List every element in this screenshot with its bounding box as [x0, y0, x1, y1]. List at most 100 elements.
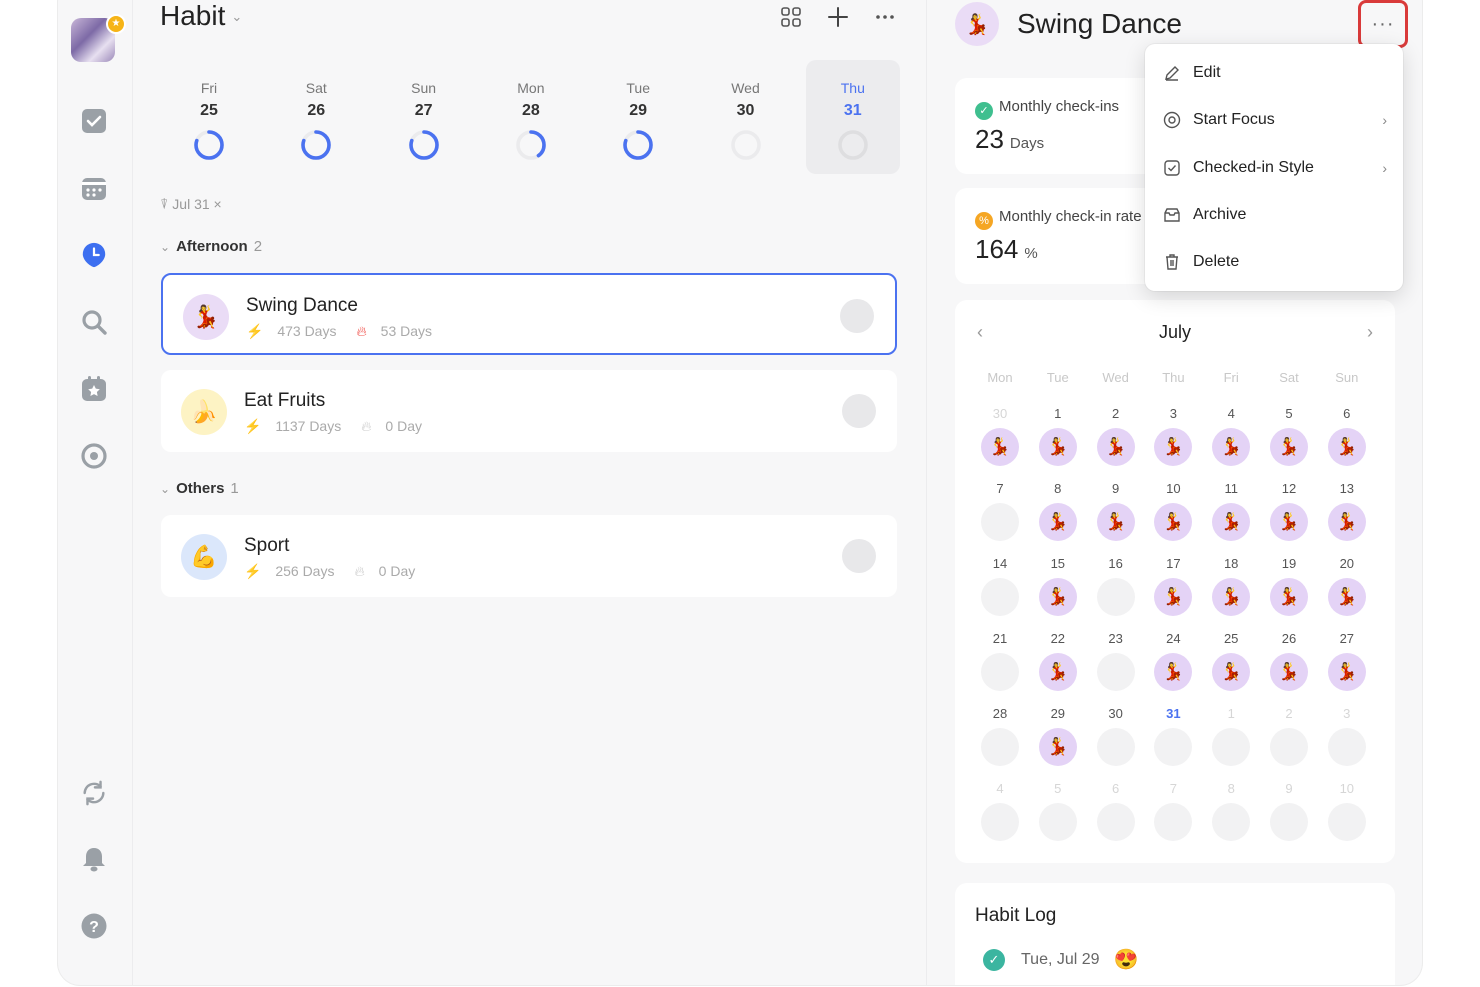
calendar-day[interactable]: 20 💃 [1319, 556, 1375, 626]
habit-clock-icon[interactable] [80, 241, 108, 269]
more-button[interactable]: ··· [1358, 0, 1408, 48]
chevron-right-icon: › [1382, 112, 1387, 129]
calendar-day[interactable]: 5 💃 [1261, 406, 1317, 476]
day-number: 26 [307, 102, 326, 119]
day-number: 29 [629, 102, 648, 119]
calendar-day[interactable]: 4 [972, 781, 1028, 851]
calendar-icon[interactable] [80, 174, 108, 202]
menu-item-delete[interactable]: Delete [1145, 242, 1403, 282]
day-tue[interactable]: Tue 29 [591, 60, 685, 174]
help-icon[interactable]: ? [80, 912, 108, 940]
calendar-day[interactable]: 3 [1319, 706, 1375, 776]
calendar-day[interactable]: 19 💃 [1261, 556, 1317, 626]
group-others[interactable]: ⌄ Others 1 [160, 480, 239, 497]
calendar-day-number: 30 [1108, 706, 1123, 721]
calendar-day[interactable]: 7 [972, 481, 1028, 551]
calendar-day-number: 15 [1050, 556, 1066, 571]
calendar-day[interactable]: 8 [1203, 781, 1259, 851]
calendar-day[interactable]: 12 💃 [1261, 481, 1317, 551]
calendar-day-number: 8 [1054, 481, 1062, 496]
calendar-day-number: 2 [1111, 406, 1120, 421]
next-month-icon[interactable]: › [1367, 322, 1373, 343]
calendar-day[interactable]: 6 [1088, 781, 1144, 851]
calendar-day[interactable]: 17 💃 [1145, 556, 1201, 626]
calendar-day[interactable]: 22 💃 [1030, 631, 1086, 701]
trash-icon [1161, 253, 1183, 271]
calendar-day[interactable]: 2 💃 [1088, 406, 1144, 476]
habit-card[interactable]: 🍌 Eat Fruits ⚡ 1137 Days 🔥︎ 0 Day [161, 370, 897, 452]
menu-item-checked-in-style[interactable]: Checked-in Style › [1145, 148, 1403, 188]
calendar-day[interactable]: 1 💃 [1030, 406, 1086, 476]
search-icon[interactable] [80, 308, 108, 336]
calendar-day-number: 6 [1343, 406, 1351, 421]
calendar-day[interactable]: 6 💃 [1319, 406, 1375, 476]
tasks-icon[interactable] [80, 107, 108, 135]
calendar-day[interactable]: 30 [1088, 706, 1144, 776]
calendar-day-number: 10 [1339, 781, 1355, 796]
chevron-down-icon: ⌄ [231, 9, 243, 24]
calendar-day[interactable]: 16 [1088, 556, 1144, 626]
date-filter-chip[interactable]: ⍒ Jul 31 × [160, 196, 222, 213]
calendar-day[interactable]: 25 💃 [1203, 631, 1259, 701]
habit-card[interactable]: 💪 Sport ⚡ 256 Days 🔥︎ 0 Day [161, 515, 897, 597]
calendar-day[interactable]: 9 [1261, 781, 1317, 851]
focus-icon[interactable] [80, 442, 108, 470]
grid-view-icon[interactable] [778, 4, 804, 30]
calendar-day[interactable]: 30 💃 [972, 406, 1028, 476]
more-options-icon[interactable] [872, 4, 898, 30]
menu-item-start-focus[interactable]: Start Focus › [1145, 100, 1403, 140]
empty-day-circle [981, 503, 1019, 541]
checkbox-icon [1161, 159, 1183, 177]
add-icon[interactable] [825, 4, 851, 30]
countdown-icon[interactable] [80, 375, 108, 403]
clear-filter-icon[interactable]: × [214, 196, 222, 212]
calendar-day[interactable]: 18 💃 [1203, 556, 1259, 626]
calendar-day[interactable]: 9 💃 [1088, 481, 1144, 551]
page-title[interactable]: Habit ⌄ [160, 0, 242, 32]
calendar-day[interactable]: 11 💃 [1203, 481, 1259, 551]
checkin-button[interactable] [842, 394, 876, 428]
checked-in-icon: 💃 [1154, 653, 1193, 691]
calendar-day[interactable]: 10 [1319, 781, 1375, 851]
notifications-icon[interactable] [80, 845, 108, 873]
menu-item-label: Checked-in Style [1193, 158, 1314, 176]
calendar-day[interactable]: 4 💃 [1203, 406, 1259, 476]
day-progress-ring [194, 130, 224, 160]
habit-log-title: Habit Log [975, 905, 1057, 926]
calendar-day[interactable]: 10 💃 [1145, 481, 1201, 551]
calendar-day[interactable]: 26 💃 [1261, 631, 1317, 701]
day-thu[interactable]: Thu 31 [805, 60, 900, 174]
calendar-day[interactable]: 7 [1145, 781, 1201, 851]
calendar-day[interactable]: 23 [1088, 631, 1144, 701]
calendar-day[interactable]: 15 💃 [1030, 556, 1086, 626]
calendar-day[interactable]: 13 💃 [1319, 481, 1375, 551]
group-afternoon[interactable]: ⌄ Afternoon 2 [160, 238, 262, 255]
calendar-day[interactable]: 1 [1203, 706, 1259, 776]
sync-icon[interactable] [80, 779, 108, 807]
day-number: 30 [736, 102, 755, 119]
calendar-day[interactable]: 27 💃 [1319, 631, 1375, 701]
day-fri[interactable]: Fri 25 [162, 60, 256, 174]
checkin-button[interactable] [842, 539, 876, 573]
menu-item-archive[interactable]: Archive [1145, 195, 1403, 235]
day-sun[interactable]: Sun 27 [377, 60, 471, 174]
calendar-day[interactable]: 24 💃 [1145, 631, 1201, 701]
calendar-day[interactable]: 2 [1261, 706, 1317, 776]
calendar-day[interactable]: 5 [1030, 781, 1086, 851]
calendar-day[interactable]: 29 💃 [1030, 706, 1086, 776]
day-sat[interactable]: Sat 26 [269, 60, 363, 174]
calendar-day[interactable]: 31 [1145, 706, 1201, 776]
habit-card[interactable]: 💃 Swing Dance ⚡ 473 Days 🔥︎ 53 Days [161, 273, 897, 355]
calendar-day[interactable]: 21 [972, 631, 1028, 701]
calendar-day[interactable]: 3 💃 [1145, 406, 1201, 476]
log-entry[interactable]: ✓ Tue, Jul 29 😍 [983, 947, 1138, 972]
empty-day-circle [1327, 803, 1366, 841]
calendar-day[interactable]: 8 💃 [1030, 481, 1086, 551]
day-wed[interactable]: Wed 30 [699, 60, 793, 174]
week-strip: Fri 25 Sat 26 Sun 27 Mon 28 Tue 29 Wed 30 Thu 31 [160, 60, 900, 174]
calendar-day[interactable]: 28 [972, 706, 1028, 776]
menu-item-edit[interactable]: Edit [1145, 53, 1403, 93]
day-mon[interactable]: Mon 28 [484, 60, 578, 174]
checkin-button[interactable] [840, 299, 874, 333]
calendar-day[interactable]: 14 [972, 556, 1028, 626]
